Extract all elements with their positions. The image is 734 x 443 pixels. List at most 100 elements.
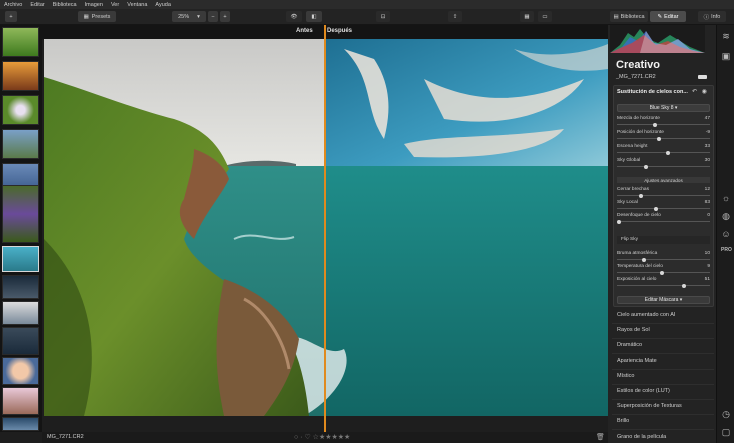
panel-toggle-icon[interactable]: ▣ <box>721 51 731 62</box>
palette-icon[interactable]: ◍ <box>721 211 731 222</box>
zoom-select[interactable]: 25% ▾ <box>172 11 206 22</box>
single-view-icon[interactable]: ▭ <box>538 11 552 22</box>
compare-divider-handle[interactable] <box>324 25 326 432</box>
menu-item[interactable]: Imagen <box>85 2 103 8</box>
flip-sky-label: Flip Sky <box>621 237 639 242</box>
slider-handle[interactable] <box>617 219 621 224</box>
thumbnail[interactable] <box>2 327 39 355</box>
divider <box>612 414 714 416</box>
filter-item[interactable]: Brillo <box>617 418 629 424</box>
menu-item[interactable]: Ver <box>111 2 119 8</box>
thumbnail[interactable] <box>2 387 39 415</box>
thumbnail[interactable] <box>2 185 39 243</box>
slider-handle[interactable] <box>657 136 662 141</box>
photo-canvas[interactable] <box>44 39 608 416</box>
before-label: Antes <box>296 28 313 34</box>
slider-track[interactable] <box>617 166 710 167</box>
filter-item[interactable]: Superposición de Texturas <box>617 403 682 409</box>
thumbnail[interactable] <box>2 275 39 299</box>
rating-stars[interactable]: ○ · ♡ ☆★★★★★ <box>294 433 350 441</box>
slider-value: 33 <box>704 144 710 149</box>
slider-handle[interactable] <box>652 122 657 127</box>
flip-sky-row[interactable]: Flip Sky <box>617 236 710 244</box>
filter-item[interactable]: Dramático <box>617 342 642 348</box>
zoom-value: 25% <box>178 13 190 20</box>
landscape-photo <box>44 39 608 416</box>
tab-library[interactable]: ▤ Biblioteca <box>610 11 648 22</box>
slider-handle[interactable] <box>643 164 648 169</box>
slider-track[interactable] <box>617 124 710 125</box>
slider-track[interactable] <box>617 208 710 209</box>
sky-select[interactable]: Blue Sky 8 ▾ <box>617 104 710 112</box>
filter-item[interactable]: Rayos de Sol <box>617 327 650 333</box>
advanced-settings-toggle[interactable]: Ajustes avanzados <box>617 177 710 183</box>
menu-item[interactable]: Ventana <box>127 2 147 8</box>
sun-icon[interactable]: ☼ <box>721 193 731 203</box>
thumbnail[interactable] <box>2 95 39 125</box>
tab-info-label: Info <box>711 13 721 20</box>
slider-handle[interactable] <box>639 193 644 198</box>
filter-item[interactable]: Estilos de color (LUT) <box>617 388 670 394</box>
edit-mask-button[interactable]: Editar Máscara ▾ <box>617 296 710 304</box>
sky-replacement-title[interactable]: Sustitución de cielos con... <box>617 89 688 95</box>
filter-item[interactable]: Grano de la película <box>617 434 666 440</box>
slider-value: 83 <box>704 200 710 205</box>
menu-item[interactable]: Archivo <box>4 2 22 8</box>
slider-handle[interactable] <box>641 257 646 262</box>
after-label: Después <box>327 28 353 34</box>
card-actions: ↶ ◉ <box>692 88 707 95</box>
chevron-down-icon: ▾ <box>197 13 200 20</box>
menu-item[interactable]: Ayuda <box>155 2 171 8</box>
divider <box>612 353 714 355</box>
zoom-out-button[interactable]: − <box>208 11 218 22</box>
crop-icon[interactable]: ⊡ <box>376 11 390 22</box>
slider-track[interactable] <box>617 152 710 153</box>
slider-track[interactable] <box>617 195 710 196</box>
undo-icon[interactable]: ↶ <box>692 89 697 95</box>
filter-item[interactable]: Místico <box>617 373 634 379</box>
portrait-icon[interactable]: ☺ <box>721 229 731 239</box>
layers-icon[interactable]: ≋ <box>721 31 731 42</box>
thumbnail[interactable] <box>2 129 39 159</box>
pro-icon[interactable]: PRO <box>721 247 732 253</box>
status-bar: MG_7271.CR2 ○ · ♡ ☆★★★★★ 🗑 <box>42 432 608 443</box>
tab-edit[interactable]: ✎ Editar <box>650 11 686 22</box>
visibility-toggle-icon[interactable]: ◉ <box>702 89 707 95</box>
compare-icon[interactable]: ◧ <box>306 11 322 22</box>
slider-track[interactable] <box>617 259 710 260</box>
share-icon[interactable]: ⇪ <box>448 11 462 22</box>
slider-handle[interactable] <box>665 150 670 155</box>
tab-library-label: Biblioteca <box>620 13 645 20</box>
slider-label: Escena height <box>617 144 648 149</box>
menu-bar: Archivo Editar Biblioteca Imagen Ver Ventana A… <box>0 0 734 9</box>
grid-view-icon[interactable]: ▦ <box>520 11 534 22</box>
slider-label: Posición del horizonte <box>617 130 664 135</box>
slider-track[interactable] <box>617 285 710 286</box>
menu-item[interactable]: Editar <box>30 2 44 8</box>
thumbnail[interactable] <box>2 301 39 325</box>
slider-track[interactable] <box>617 221 710 222</box>
filter-item[interactable]: Cielo aumentado con AI <box>617 312 675 318</box>
filter-item[interactable]: Apariencia Mate <box>617 358 657 364</box>
slider-handle[interactable] <box>654 206 659 211</box>
slider-label: Exposición al cielo <box>617 277 657 282</box>
slider-handle[interactable] <box>659 270 664 275</box>
divider <box>612 429 714 431</box>
presets-icon: ▦ <box>83 13 89 20</box>
thumbnail-selected[interactable] <box>2 246 39 272</box>
thumbnail[interactable] <box>2 61 39 91</box>
thumbnail[interactable] <box>2 357 39 385</box>
history-icon[interactable]: ◷ <box>721 409 731 420</box>
tab-info[interactable]: ⓘ Info <box>698 11 726 22</box>
eye-icon[interactable]: 👁 <box>286 11 302 22</box>
thumbnail[interactable] <box>2 417 39 431</box>
menu-item[interactable]: Biblioteca <box>53 2 77 8</box>
thumbnail[interactable] <box>2 27 39 57</box>
trash-icon[interactable]: 🗑 <box>596 433 605 441</box>
zoom-in-button[interactable]: + <box>220 11 230 22</box>
slider-handle[interactable] <box>681 283 686 288</box>
add-button[interactable]: + <box>5 11 17 22</box>
bookmark-icon[interactable]: ▢ <box>721 427 731 438</box>
slider-track[interactable] <box>617 138 710 139</box>
presets-button[interactable]: ▦ Presets <box>78 11 116 22</box>
